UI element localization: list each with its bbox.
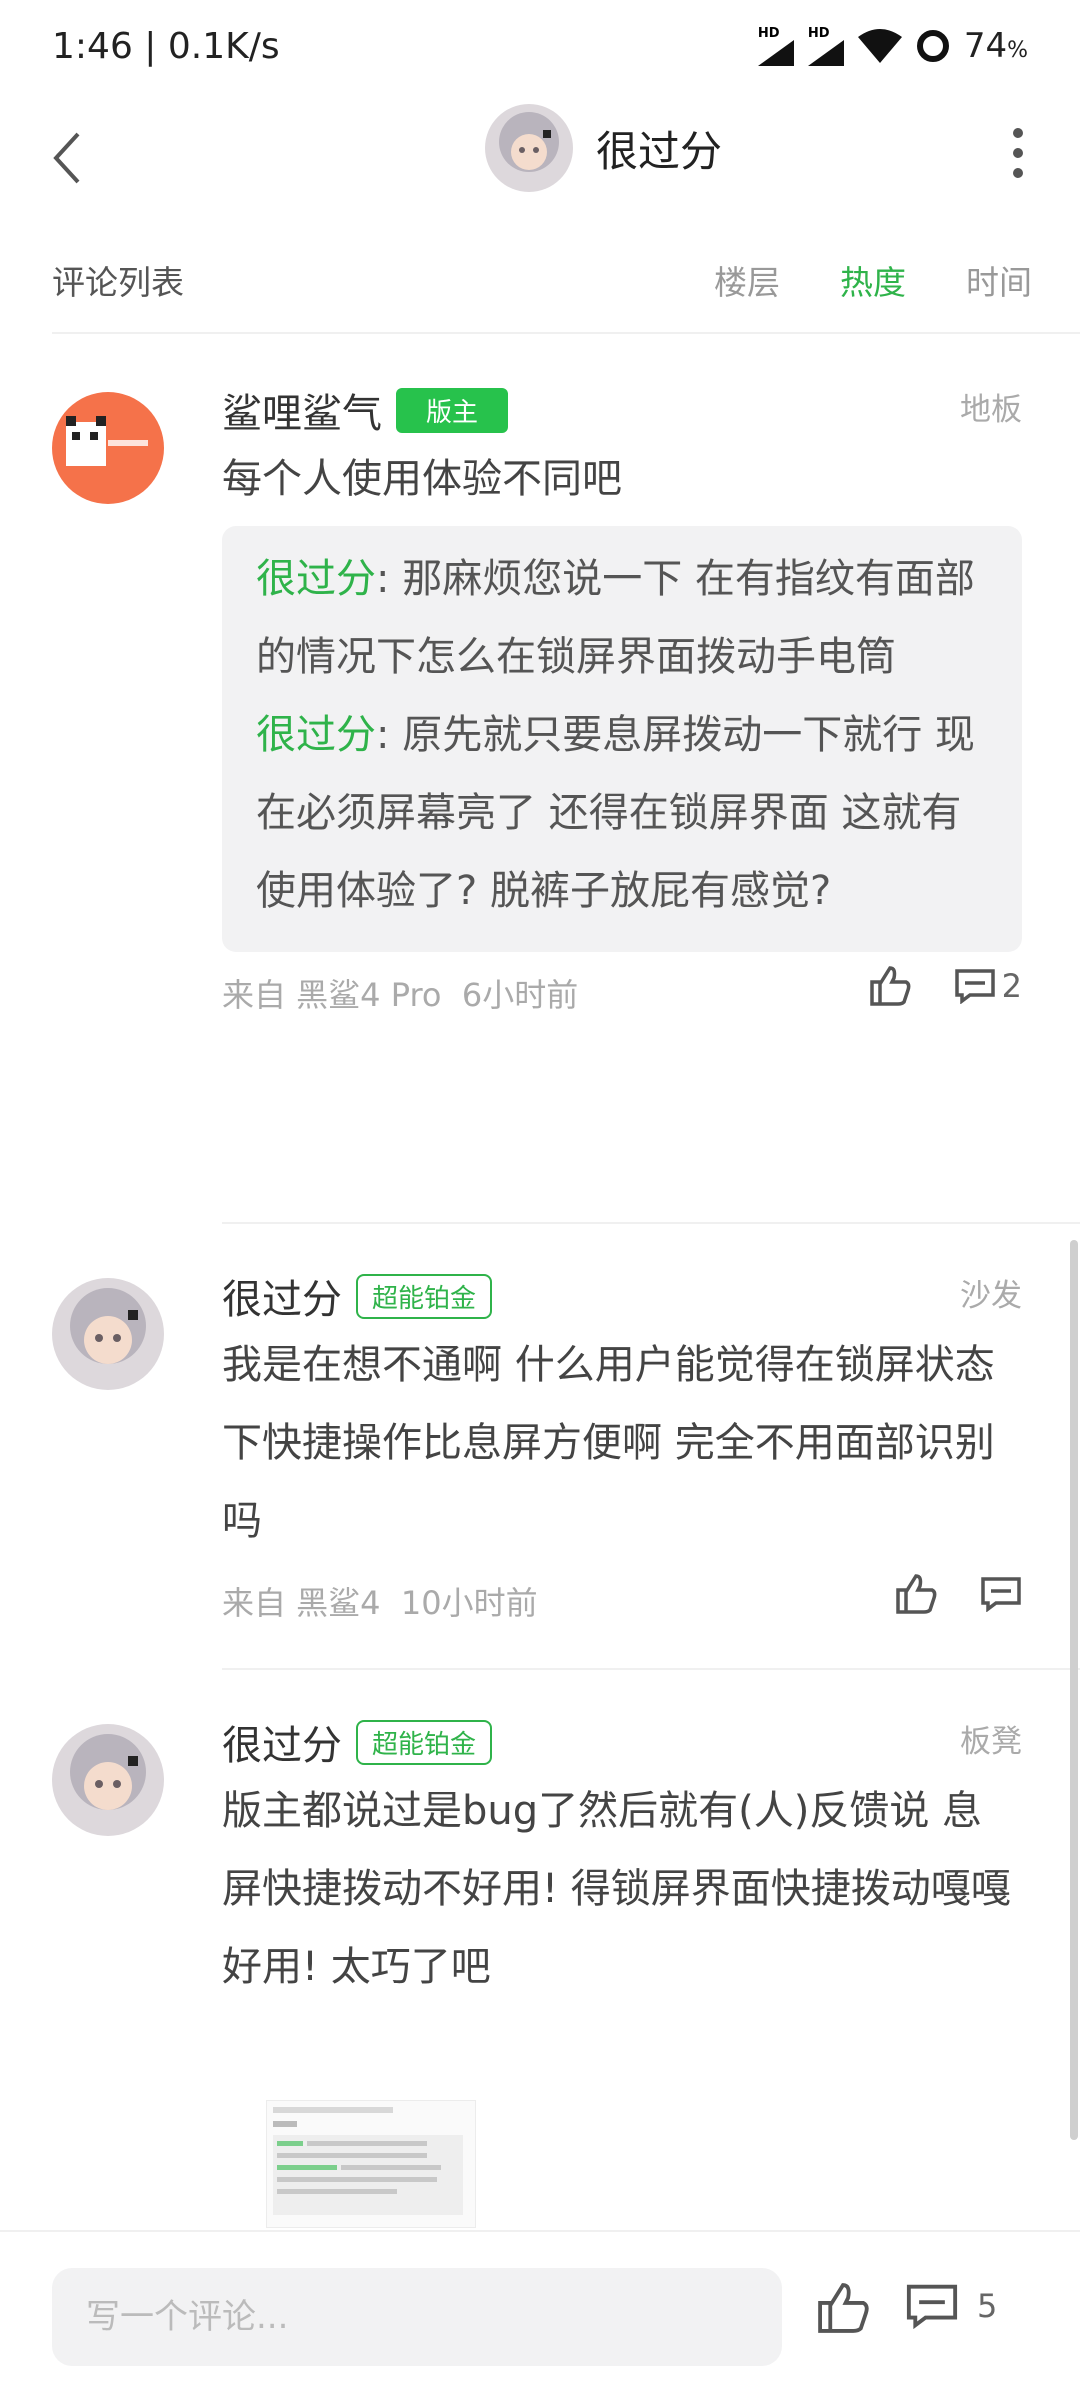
comment-list-header: 评论列表 楼层 热度 时间 — [52, 232, 1032, 322]
hd-label: HD — [757, 25, 780, 41]
post-comments-button[interactable]: 5 — [905, 2282, 997, 2330]
more-dot-icon — [1013, 128, 1023, 138]
reply-preview: 很过分: 原先就只要息屏拨动一下就行 现在必须屏幕亮了 还得在锁屏界面 这就有使… — [256, 696, 988, 930]
floor-label: 地板 — [960, 392, 1022, 428]
comment-actions: 2 — [868, 966, 1022, 1006]
sort-tab-hot[interactable]: 热度 — [840, 256, 906, 304]
battery-ring-icon — [916, 30, 949, 62]
comment-actions — [894, 1574, 1022, 1614]
top-header: 很过分 — [0, 100, 1080, 220]
battery-percent: 74% — [963, 26, 1028, 66]
post-like-button[interactable] — [815, 2282, 871, 2338]
comment-header: 很过分 超能铂金 — [222, 1266, 1022, 1326]
sort-tab-floor[interactable]: 楼层 — [714, 256, 780, 304]
floor-label: 板凳 — [960, 1724, 1022, 1760]
signal-icon: HD — [757, 25, 794, 66]
comment-text: 每个人使用体验不同吧 — [222, 456, 622, 502]
like-button[interactable] — [868, 966, 912, 1006]
more-dot-icon — [1013, 148, 1023, 158]
comment-source: 来自 黑鲨4 10小时前 — [222, 1584, 538, 1622]
reply-button[interactable] — [980, 1576, 1022, 1612]
comment-count: 5 — [977, 2287, 998, 2325]
back-button[interactable] — [52, 118, 112, 198]
comment-meta: 来自 黑鲨4 Pro 6小时前 2 — [222, 958, 1022, 1028]
comment-list-label: 评论列表 — [52, 263, 184, 302]
divider — [52, 332, 1080, 334]
more-dot-icon — [1013, 168, 1023, 178]
sort-tab-time[interactable]: 时间 — [966, 256, 1032, 304]
username[interactable]: 鲨哩鲨气 — [222, 381, 382, 439]
comment-body: 很过分 超能铂金 板凳 版主都说过是bug了然后就有(人)反馈说 息屏快捷拨动不… — [222, 1712, 1022, 2006]
attached-image-thumbnail[interactable] — [266, 2100, 476, 2228]
reply-preview-box[interactable]: 很过分: 那麻烦您说一下 在有指纹有面部的情况下怎么在锁屏界面拨动手电筒 很过分… — [222, 526, 1022, 952]
status-icons: HD HD 74% — [757, 25, 1028, 66]
level-badge: 超能铂金 — [356, 1273, 493, 1319]
more-menu-button[interactable] — [998, 118, 1038, 188]
comment-text: 我是在想不通啊 什么用户能觉得在锁屏状态下快捷操作比息屏方便啊 完全不用面部识别… — [222, 1342, 995, 1544]
scrollbar[interactable] — [1070, 1240, 1078, 2140]
comment-icon — [981, 1577, 1021, 1612]
reply-author[interactable]: 很过分 — [256, 556, 376, 602]
thumbs-up-icon — [896, 1574, 937, 1614]
wifi-icon — [857, 29, 902, 63]
comment-body: 很过分 超能铂金 沙发 我是在想不通啊 什么用户能觉得在锁屏状态下快捷操作比息屏… — [222, 1266, 1022, 1636]
username[interactable]: 很过分 — [222, 1713, 342, 1771]
comment-input-wrapper — [52, 2268, 782, 2366]
reply-count: 2 — [1001, 967, 1022, 1005]
status-bar: 1:46 | 0.1K/s HD HD 74% — [0, 0, 1080, 100]
header-avatar[interactable] — [485, 104, 573, 192]
reply-preview: 很过分: 那麻烦您说一下 在有指纹有面部的情况下怎么在锁屏界面拨动手电筒 — [256, 540, 988, 696]
sort-tabs: 楼层 热度 时间 — [714, 256, 1032, 304]
page-title: 很过分 — [596, 127, 723, 176]
comment-source: 来自 黑鲨4 Pro 6小时前 — [222, 976, 579, 1014]
comment-header: 很过分 超能铂金 — [222, 1712, 1022, 1772]
comment-meta: 来自 黑鲨4 10小时前 — [222, 1566, 1022, 1636]
comment-text: 版主都说过是bug了然后就有(人)反馈说 息屏快捷拨动不好用! 得锁屏界面快捷拨… — [222, 1788, 1011, 1990]
thumbs-up-icon — [818, 2283, 869, 2333]
reply-author[interactable]: 很过分 — [256, 712, 376, 758]
thumbs-up-icon — [869, 966, 911, 1006]
divider — [222, 1668, 1080, 1670]
avatar[interactable] — [52, 392, 164, 504]
comment-icon — [954, 969, 995, 1004]
floor-label: 沙发 — [960, 1278, 1022, 1314]
reply-separator: : — [376, 712, 390, 758]
level-badge: 超能铂金 — [356, 1719, 493, 1765]
reply-separator: : — [376, 556, 390, 602]
hd-label-2: HD — [807, 25, 830, 41]
comment-icon — [906, 2284, 958, 2330]
comment-input[interactable] — [52, 2268, 782, 2366]
moderator-badge: 版主 — [396, 387, 509, 433]
comment-header: 鲨哩鲨气 版主 — [222, 380, 1022, 440]
avatar[interactable] — [52, 1724, 164, 1836]
like-button[interactable] — [894, 1574, 938, 1614]
reply-button[interactable]: 2 — [954, 967, 1022, 1005]
signal-icon-2: HD — [807, 25, 844, 66]
username[interactable]: 很过分 — [222, 1267, 342, 1325]
chevron-left-icon — [53, 132, 80, 184]
divider — [222, 1222, 1080, 1224]
avatar[interactable] — [52, 1278, 164, 1390]
comment-body: 鲨哩鲨气 版主 地板 每个人使用体验不同吧 很过分: 那麻烦您说一下 在有指纹有… — [222, 380, 1022, 1028]
status-time: 1:46 | 0.1K/s — [52, 26, 280, 67]
bottom-comment-bar: 5 — [0, 2230, 1080, 2402]
